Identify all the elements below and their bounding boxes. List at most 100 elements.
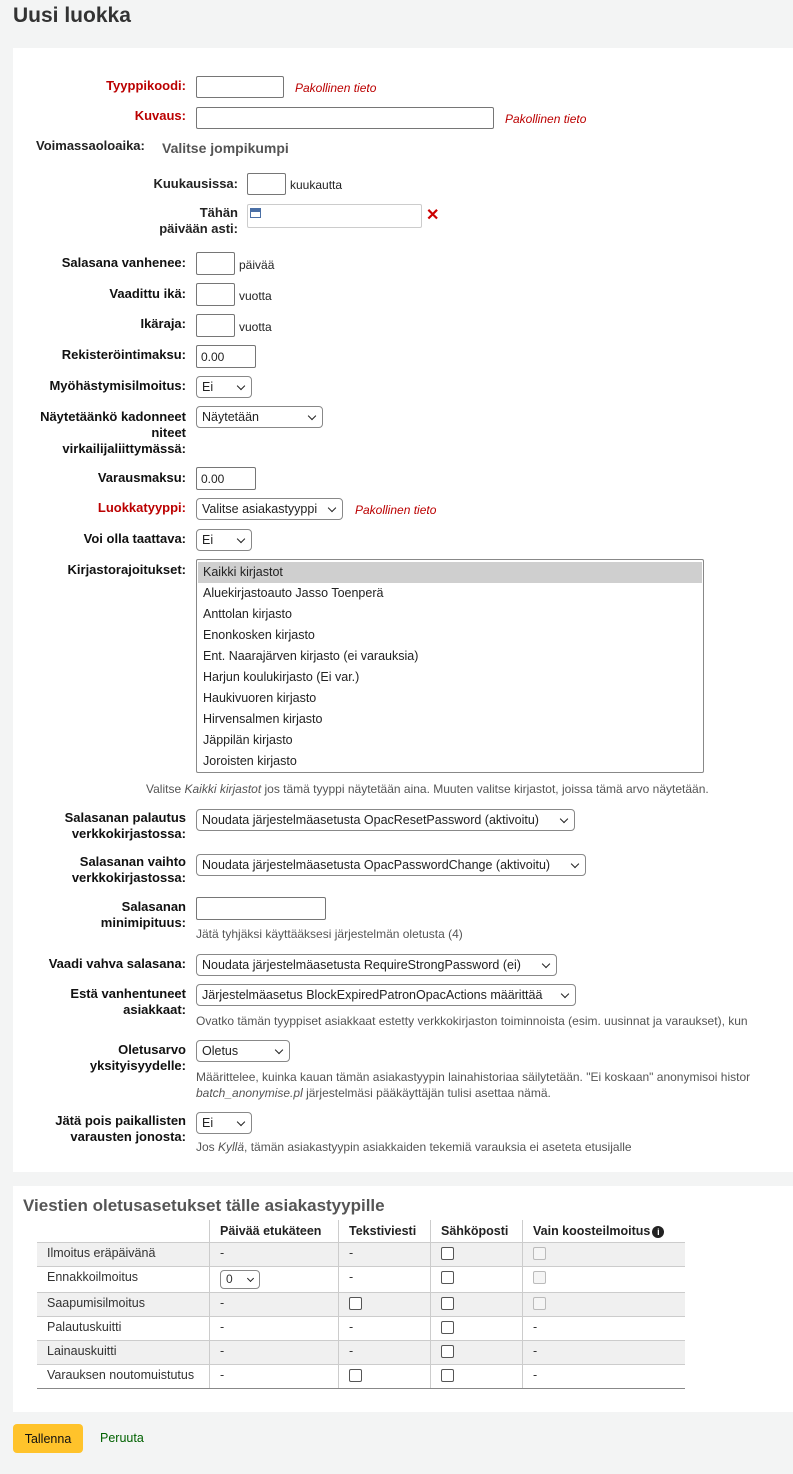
library-option[interactable]: Ent. Naarajärven kirjasto (ei varauksia) [198,646,702,667]
library-option[interactable]: Kaikki kirjastot [198,562,702,583]
days-in-advance: - [209,1316,339,1341]
email-checkbox[interactable] [441,1247,454,1261]
library-option[interactable]: Hirvensalmen kirjasto [198,709,702,730]
calendar-icon[interactable] [250,208,261,218]
save-button[interactable]: Tallenna [13,1424,83,1453]
required-age-input[interactable] [196,283,235,306]
password-expiry-label: Salasana vanhenee: [61,255,186,270]
description-required-note: Pakollinen tieto [505,112,587,126]
email-checkbox[interactable] [441,1345,454,1359]
page-title: Uusi luokka [13,4,131,27]
age-limit-label: Ikäraja: [140,316,186,331]
table-row: Ilmoitus eräpäivänä - - [37,1242,685,1267]
message-name: Ennakkoilmoitus [37,1266,210,1293]
library-option[interactable]: Haukivuoren kirjasto [198,688,702,709]
months-input[interactable] [247,173,286,195]
sms-cell: - [338,1340,431,1365]
local-holds-hint: Jos Kyllä, tämän asiakastyypin asiakkaid… [196,1140,632,1154]
message-name: Varauksen noutomuistutus [37,1364,210,1389]
block-expired-hint: Ovatko tämän tyyppiset asiakkaat estetty… [196,1014,748,1028]
email-checkbox[interactable] [441,1271,454,1285]
email-cell [430,1292,523,1317]
email-checkbox[interactable] [441,1297,454,1311]
table-row: Saapumisilmoitus - [37,1292,685,1317]
col-header-digest: Vain koosteilmoitus i [522,1220,685,1243]
until-date-input[interactable] [247,204,422,228]
library-option[interactable]: Enonkosken kirjasto [198,625,702,646]
show-lost-items-select[interactable]: Näytetään [196,406,323,428]
col-header-name [37,1220,210,1243]
password-min-length-label: Salasanan minimipituus: [100,899,186,930]
table-row: Lainauskuitti - - - [37,1340,685,1365]
privacy-default-select[interactable]: Oletus [196,1040,290,1062]
sms-cell [338,1364,431,1389]
category-type-label: Luokkatyyppi: [97,500,186,515]
info-icon[interactable]: i [652,1225,665,1238]
digest-cell: - [522,1316,685,1341]
block-expired-select[interactable]: Järjestelmäasetus BlockExpiredPatronOpac… [196,984,576,1006]
required-age-unit: vuotta [239,289,272,303]
overdue-notice-select[interactable]: Ei [196,376,252,398]
library-option[interactable]: Jäppilän kirjasto [198,730,702,751]
days-in-advance: - [209,1292,339,1317]
category-type-select[interactable]: Valitse asiakastyyppi [196,498,343,520]
library-option[interactable]: Anttolan kirjasto [198,604,702,625]
description-input[interactable] [196,107,494,129]
library-option[interactable]: Harjun koulukirjasto (Ei var.) [198,667,702,688]
library-limits-hint: Valitse Kaikki kirjastot jos tämä tyyppi… [146,782,709,796]
show-lost-items-label: Näytetäänkö kadonneet niteet virkailijal… [40,409,186,456]
sms-checkbox[interactable] [349,1369,362,1383]
sms-cell: - [338,1242,431,1267]
required-age-label: Vaadittu ikä: [109,286,186,301]
privacy-default-label: Oletusarvo yksityisyydelle: [89,1042,186,1073]
sms-cell: - [338,1316,431,1341]
strong-password-select[interactable]: Noudata järjestelmäasetusta RequireStron… [196,954,557,976]
sms-cell: - [338,1266,431,1293]
col-header-email: Sähköposti [430,1220,523,1243]
clear-date-icon[interactable]: ✕ [426,208,439,224]
email-checkbox[interactable] [441,1369,454,1383]
overdue-notice-label: Myöhästymisilmoitus: [49,378,186,393]
password-expiry-unit: päivää [239,258,275,272]
days-in-advance-select[interactable]: 0 [220,1270,260,1289]
password-reset-select[interactable]: Noudata järjestelmäasetusta OpacResetPas… [196,809,575,831]
hold-fee-label: Varausmaksu: [97,470,186,485]
description-label: Kuvaus: [134,108,186,123]
password-change-select[interactable]: Noudata järjestelmäasetusta OpacPassword… [196,854,586,876]
sms-checkbox[interactable] [349,1297,362,1311]
validity-label: Voimassaoloaika: [36,138,145,153]
password-reset-label: Salasanan palautus verkkokirjastossa: [64,810,186,841]
typecode-label: Tyyppikoodi: [106,78,186,93]
messaging-table: Päivää etukäteen Tekstiviesti Sähköposti… [37,1220,685,1389]
email-checkbox[interactable] [441,1321,454,1335]
strong-password-label: Vaadi vahva salasana: [48,956,186,971]
guarantor-select[interactable]: Ei [196,529,252,551]
email-cell [430,1364,523,1389]
hold-fee-input[interactable]: 0.00 [196,467,256,490]
library-option[interactable]: Joroisten kirjasto [198,751,702,772]
enrolment-fee-input[interactable]: 0.00 [196,345,256,368]
password-min-length-input[interactable] [196,897,326,920]
privacy-default-hint: Määrittelee, kuinka kauan tämän asiakast… [196,1070,751,1100]
email-cell [430,1340,523,1365]
library-limits-listbox[interactable]: Kaikki kirjastot Aluekirjastoauto Jasso T… [196,559,704,773]
col-header-sms: Tekstiviesti [338,1220,431,1243]
guarantor-label: Voi olla taattava: [83,531,186,546]
cancel-link[interactable]: Peruuta [100,1431,144,1445]
age-limit-input[interactable] [196,314,235,337]
days-in-advance: 0 [209,1266,339,1293]
local-holds-select[interactable]: Ei [196,1112,252,1134]
until-date-label: Tähän päivään asti: [159,205,238,236]
months-unit: kuukautta [290,178,343,192]
password-min-length-hint: Jätä tyhjäksi käyttääksesi järjestelmän … [196,927,463,941]
library-option[interactable]: Aluekirjastoauto Jasso Toenperä [198,583,702,604]
email-cell [430,1266,523,1293]
digest-cell [522,1242,685,1267]
messaging-title: Viestien oletusasetukset tälle asiakasty… [23,1196,385,1215]
typecode-input[interactable] [196,76,284,98]
email-cell [430,1242,523,1267]
block-expired-label: Estä vanhentuneet asiakkaat: [70,986,186,1017]
message-name: Palautuskuitti [37,1316,210,1341]
category-type-required-note: Pakollinen tieto [355,503,437,517]
password-expiry-input[interactable] [196,252,235,275]
